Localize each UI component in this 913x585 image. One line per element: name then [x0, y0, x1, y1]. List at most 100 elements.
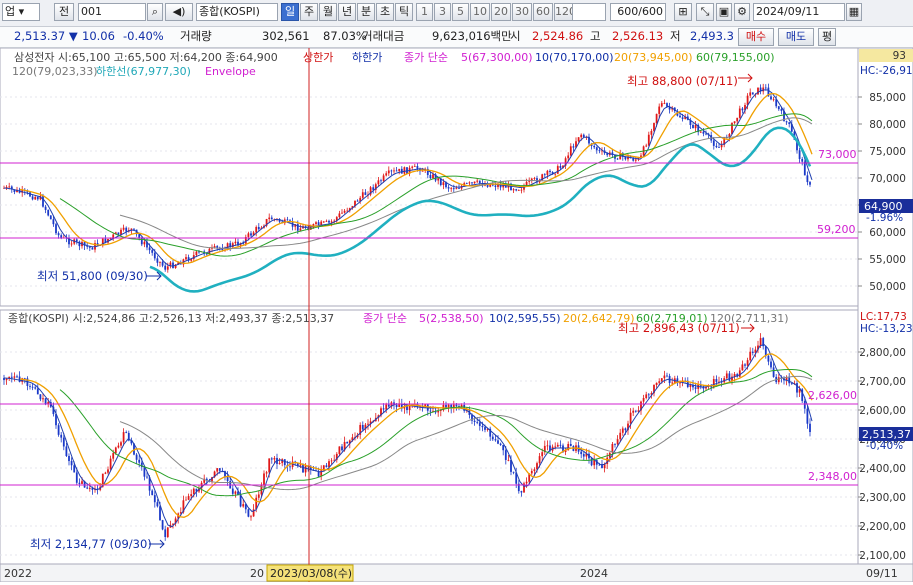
- bottom-candle: [621, 428, 624, 433]
- corner-badge-text: 93: [893, 50, 906, 62]
- market-select[interactable]: 업 ▾: [2, 3, 40, 21]
- bottom-candle: [330, 460, 333, 462]
- bottom-candle: [36, 388, 39, 395]
- interval-button-0[interactable]: 1: [416, 3, 433, 21]
- calendar-icon[interactable]: ▦: [846, 3, 862, 21]
- bottom-candle: [361, 424, 364, 430]
- high-value: 2,526.13: [612, 29, 664, 43]
- buy-button[interactable]: 매수: [738, 28, 774, 46]
- top-candle: [112, 234, 115, 238]
- top-y-tick-6: 55,000: [869, 254, 906, 266]
- bottom-resistance-label: 2,626,00: [808, 389, 857, 402]
- top-candle: [328, 220, 330, 223]
- bottom-candle: [725, 373, 728, 379]
- eval-button[interactable]: 평: [818, 28, 836, 46]
- top-candle: [559, 166, 562, 168]
- line-tool-icon[interactable]: ⤡: [696, 3, 714, 21]
- period-tab-5[interactable]: 초: [376, 3, 394, 21]
- bottom-candle: [88, 488, 91, 489]
- name-field[interactable]: 종합(KOSPI): [196, 3, 278, 21]
- interval-button-1[interactable]: 3: [434, 3, 451, 21]
- count-field[interactable]: 600/600: [610, 3, 666, 21]
- top-candle: [315, 222, 317, 224]
- period-tab-3[interactable]: 년: [338, 3, 356, 21]
- bottom-candle: [770, 361, 772, 368]
- bottom-candle: [538, 456, 541, 464]
- code-input[interactable]: 001: [78, 3, 146, 21]
- bottom-candle: [120, 442, 122, 446]
- bottom-candle: [231, 488, 234, 494]
- top-y-tick-1: 80,000: [869, 119, 906, 131]
- gear-icon[interactable]: ⚙: [734, 3, 750, 21]
- bottom-candle: [749, 351, 752, 361]
- top-candle: [798, 150, 801, 159]
- bottom-candle: [512, 471, 515, 473]
- top-candle: [702, 131, 705, 134]
- bottom-candle: [398, 404, 401, 408]
- top-candle: [658, 106, 661, 114]
- period-tab-1[interactable]: 주: [300, 3, 318, 21]
- top-candle: [390, 170, 393, 172]
- bottom-candle: [382, 408, 385, 410]
- top-legend-lower: 하한가: [352, 50, 382, 64]
- interval-button-3[interactable]: 10: [470, 3, 490, 21]
- period-tab-6[interactable]: 틱: [395, 3, 413, 21]
- bottom-candle: [738, 370, 741, 377]
- x-label-2024: 2024: [580, 567, 608, 580]
- top-candle: [442, 182, 445, 186]
- interval-button-4[interactable]: 20: [491, 3, 511, 21]
- bottom-candle: [107, 469, 109, 473]
- speaker-icon[interactable]: ◀): [165, 3, 193, 21]
- search-icon[interactable]: ⌕: [147, 3, 163, 21]
- interval-button-7[interactable]: 120: [554, 3, 576, 21]
- interval-button-5[interactable]: 30: [512, 3, 532, 21]
- top-candle: [52, 219, 55, 225]
- interval-button-6[interactable]: 60: [533, 3, 553, 21]
- bottom-candle: [751, 351, 754, 353]
- top-candle: [385, 173, 388, 176]
- chart-settings-icon[interactable]: ⊞: [674, 3, 692, 21]
- top-candle: [216, 246, 219, 248]
- top-candle: [57, 233, 60, 236]
- bottom-candle: [57, 425, 60, 435]
- top-candle: [185, 257, 187, 260]
- top-candle: [398, 168, 401, 172]
- top-candle: [36, 196, 39, 200]
- chart-area[interactable]: 삼성전자 시:65,100 고:65,500 저:64,200 종:64,900…: [0, 47, 913, 583]
- top-candle: [546, 170, 549, 175]
- period-tab-0[interactable]: 일: [281, 3, 299, 21]
- bottom-candle: [647, 394, 650, 396]
- top-support-label: 59,200: [817, 223, 856, 236]
- bottom-candle: [156, 502, 159, 507]
- top-candle: [8, 186, 11, 188]
- period-tab-4[interactable]: 분: [357, 3, 375, 21]
- period-tab-2[interactable]: 월: [319, 3, 337, 21]
- top-candle: [164, 265, 167, 270]
- date-field[interactable]: 2024/09/11: [753, 3, 845, 21]
- interval-button-2[interactable]: 5: [452, 3, 469, 21]
- bottom-candle: [302, 464, 304, 473]
- chart-canvas[interactable]: 삼성전자 시:65,100 고:65,500 저:64,200 종:64,900…: [0, 47, 913, 583]
- top-candle: [512, 189, 515, 191]
- top-hc-label: HC:-26,91: [860, 65, 913, 77]
- bottom-candle: [671, 382, 674, 384]
- top-candle: [320, 221, 323, 226]
- interval-input[interactable]: [572, 3, 606, 21]
- volume-value: 302,561: [262, 29, 310, 43]
- bottom-candle: [104, 472, 107, 474]
- x-axis-area[interactable]: [0, 563, 913, 583]
- bottom-candle: [655, 382, 658, 385]
- top-candle: [166, 266, 169, 270]
- bottom-candle: [44, 398, 47, 404]
- top-candle: [395, 170, 398, 172]
- bottom-candle: [216, 468, 219, 472]
- top-candle: [655, 113, 658, 124]
- save-icon[interactable]: ▣: [716, 3, 732, 21]
- top-candle: [429, 175, 432, 179]
- top-candle: [286, 219, 289, 221]
- toolbar: 업 ▾ 전 001 ⌕ ◀) 종합(KOSPI) 일주월년분초틱 1 3 5 10 20…: [0, 0, 913, 27]
- sell-button[interactable]: 매도: [778, 28, 814, 46]
- prev-button[interactable]: 전: [54, 3, 74, 21]
- bottom-candle: [122, 432, 125, 443]
- top-candle: [257, 226, 260, 230]
